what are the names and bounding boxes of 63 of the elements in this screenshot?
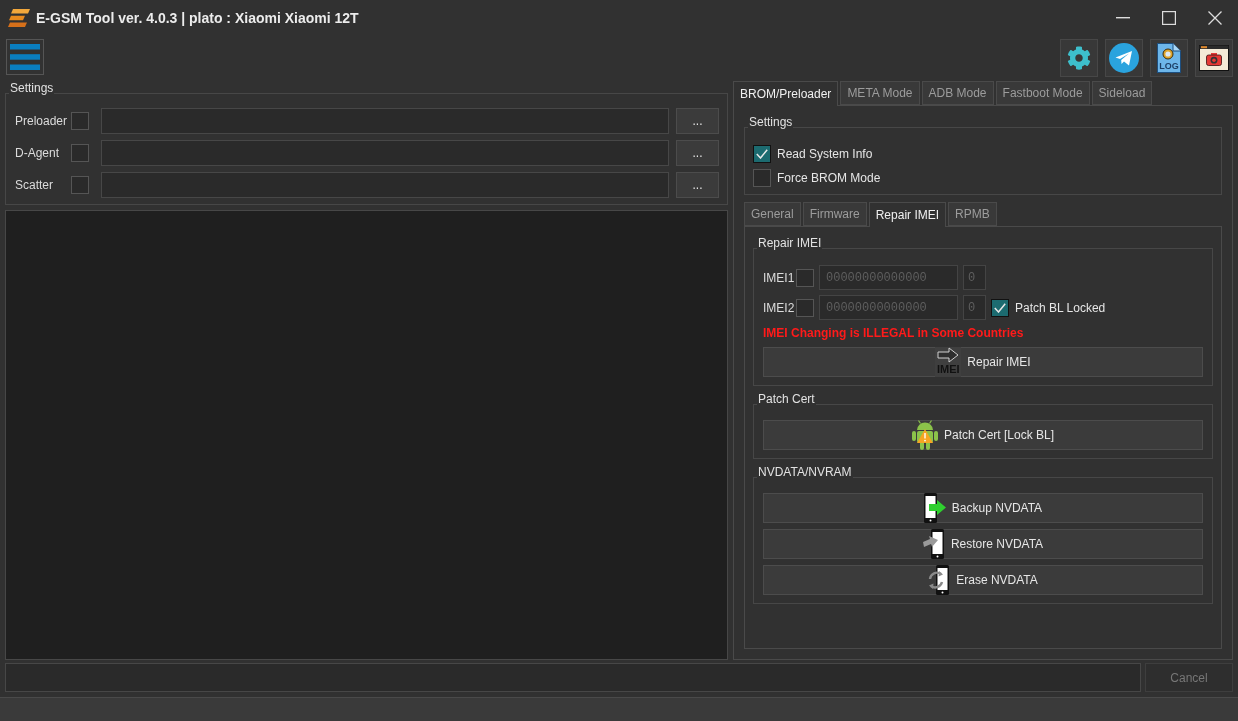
logo-icon — [8, 9, 30, 27]
tab[interactable]: Repair IMEI — [868, 202, 947, 227]
tab[interactable]: Fastboot Mode — [995, 81, 1090, 105]
warning-text: IMEI Changing is ILLEGAL in Some Countries — [763, 326, 1024, 340]
path-field[interactable] — [101, 172, 669, 198]
browse-button[interactable]: ... — [676, 172, 719, 198]
browse-button[interactable]: ... — [676, 108, 719, 134]
window-title: E-GSM Tool ver. 4.0.3 | plato : Xiaomi Xiaomi 12T — [36, 8, 359, 28]
checkbox[interactable] — [71, 144, 89, 162]
screenshot-button[interactable] — [1195, 39, 1233, 77]
tab[interactable]: Firmware — [802, 202, 867, 226]
browse-button[interactable]: ... — [676, 140, 719, 166]
paper-plane-button[interactable] — [1105, 39, 1143, 77]
settings-button[interactable] — [1060, 39, 1098, 77]
arrow-icon — [937, 347, 960, 363]
field-label: IMEI2 — [763, 299, 796, 317]
nvdata-button[interactable]: Backup NVDATA — [763, 493, 1203, 523]
tab[interactable]: ADB Mode — [921, 81, 994, 105]
checkbox[interactable] — [796, 298, 814, 317]
checkbox[interactable] — [71, 176, 89, 194]
tab[interactable]: Sideload — [1091, 81, 1153, 105]
tab[interactable]: META Mode — [840, 81, 920, 105]
field-label: IMEI1 — [763, 269, 796, 287]
phone-arrow-icon — [923, 493, 946, 523]
checkbox[interactable] — [753, 145, 771, 163]
group-title: NVDATA/NVRAM — [758, 465, 852, 479]
gear-icon — [1067, 46, 1091, 70]
check-icon — [994, 302, 1006, 313]
paper-plane-icon — [1109, 43, 1139, 73]
field-label: D-Agent — [15, 145, 61, 162]
nvdata-button[interactable]: Restore NVDATA — [763, 529, 1203, 559]
document-icon — [1157, 43, 1181, 61]
camera-icon — [1199, 45, 1229, 71]
maximize-icon — [1162, 11, 1176, 25]
checkbox[interactable] — [796, 268, 814, 287]
phone-refresh-icon — [928, 565, 951, 595]
checkbox-label: Force BROM Mode — [777, 170, 881, 187]
field-label: Preloader — [15, 113, 69, 130]
minimize-icon — [1116, 17, 1130, 19]
android-warning-icon — [911, 420, 938, 450]
checkbox-label: Read System Info — [777, 146, 873, 163]
path-field[interactable] — [101, 108, 669, 134]
tab[interactable]: BROM/Preloader — [733, 81, 839, 106]
checkbox[interactable] — [991, 298, 1009, 317]
checkbox[interactable] — [753, 169, 771, 187]
checkbox-label: Patch BL Locked — [1015, 299, 1106, 317]
patch-cert-button[interactable]: Patch Cert [Lock BL] — [763, 420, 1203, 450]
checkbox[interactable] — [71, 112, 89, 130]
log-button[interactable]: LOG — [1150, 39, 1188, 77]
path-field[interactable] — [101, 140, 669, 166]
check-icon — [756, 149, 768, 159]
group-title: Repair IMEI — [758, 236, 822, 250]
phone-arrow-icon — [922, 529, 945, 559]
group-title: Settings — [10, 81, 54, 95]
tab[interactable]: General — [744, 202, 801, 226]
group-title: Patch Cert — [758, 392, 815, 406]
menu-button[interactable] — [6, 39, 44, 75]
menu-icon — [10, 44, 40, 70]
nvdata-button[interactable]: Erase NVDATA — [763, 565, 1203, 595]
field-label: Scatter — [15, 177, 54, 194]
tab[interactable]: RPMB — [948, 202, 997, 226]
group-title: Settings — [749, 115, 793, 129]
close-icon — [1208, 11, 1222, 25]
